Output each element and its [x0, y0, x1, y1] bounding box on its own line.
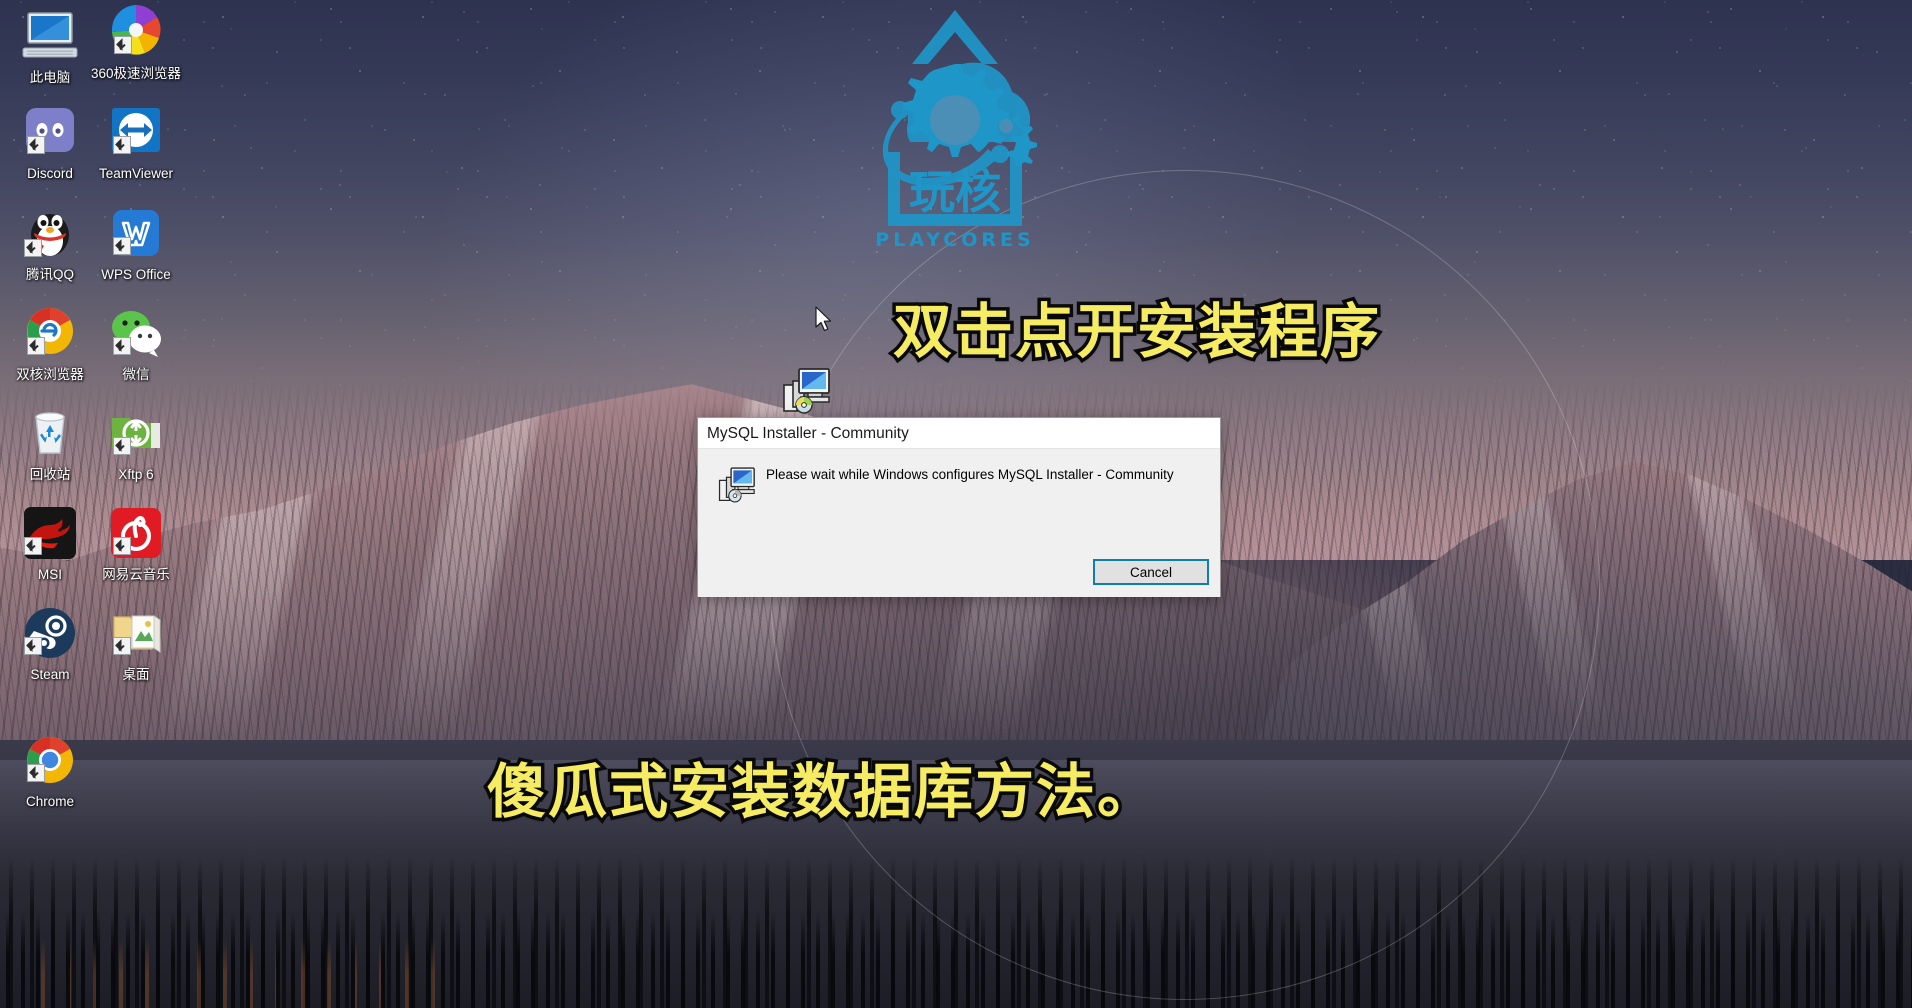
shortcut-overlay-icon	[113, 637, 131, 655]
wallpaper-forest-near	[0, 912, 1912, 1008]
desktop-icon-label: 双核浏览器	[16, 367, 84, 382]
shortcut-overlay-icon	[27, 136, 45, 154]
chrome-icon	[20, 730, 80, 790]
tencent-qq-icon	[20, 203, 80, 263]
desktop-icon-steam[interactable]: Steam	[2, 603, 98, 682]
teamviewer-icon	[106, 102, 166, 162]
wps-office-icon	[106, 203, 166, 263]
desktop-icon-tencent-qq[interactable]: 腾讯QQ	[2, 203, 98, 282]
360-browser-icon	[106, 2, 166, 62]
desktop-folder-icon	[106, 603, 166, 663]
desktop-icon-label: Steam	[30, 667, 70, 682]
desktop-icon-label: 此电脑	[29, 70, 71, 85]
dialog-body: Please wait while Windows configures MyS…	[698, 449, 1220, 597]
shortcut-overlay-icon	[27, 764, 45, 782]
desktop-icon-msi[interactable]: MSI	[2, 503, 98, 582]
desktop-icon-label: Xftp 6	[118, 467, 154, 482]
steam-icon	[20, 603, 80, 663]
desktop-icon-label: 腾讯QQ	[25, 267, 74, 282]
desktop-icon-xftp[interactable]: Xftp 6	[88, 403, 184, 482]
shortcut-overlay-icon	[24, 537, 42, 555]
desktop-icon-dual-core-browser[interactable]: 双核浏览器	[2, 303, 98, 382]
shortcut-overlay-icon	[24, 239, 42, 257]
desktop-icon-wechat[interactable]: 微信	[88, 303, 184, 382]
dialog-title: MySQL Installer - Community	[698, 418, 1220, 449]
desktop-icon-discord[interactable]: Discord	[2, 102, 98, 181]
desktop-icon-wps-office[interactable]: WPS Office	[88, 203, 184, 282]
recycle-bin-icon	[20, 403, 80, 463]
desktop-icon-desktop-folder[interactable]: 桌面	[88, 603, 184, 682]
desktop-icon-this-pc[interactable]: 此电脑	[2, 6, 98, 85]
caption-line-1: 双击点开安装程序	[889, 294, 1382, 370]
netease-cloud-music-icon	[106, 503, 166, 563]
desktop-icon-netease-music[interactable]: 网易云音乐	[88, 503, 184, 582]
installer-setup-icon	[718, 465, 758, 505]
desktop-icon-label: Discord	[27, 166, 73, 181]
desktop-icon-label: WPS Office	[101, 267, 171, 282]
desktop-icon-label: TeamViewer	[98, 166, 174, 181]
wechat-icon	[106, 303, 166, 363]
desktop-icon-mysql-installer[interactable]	[782, 365, 834, 417]
desktop-icon-label: Chrome	[25, 794, 74, 809]
shortcut-overlay-icon	[27, 337, 45, 355]
shortcut-overlay-icon	[113, 437, 131, 455]
cancel-button[interactable]: Cancel	[1093, 559, 1209, 585]
caption-line-2: 傻瓜式安装数据库方法。	[483, 754, 1159, 830]
shortcut-overlay-icon	[113, 237, 131, 255]
xftp-icon	[106, 403, 166, 463]
desktop-icon-recycle-bin[interactable]: 回收站	[2, 403, 98, 482]
shortcut-overlay-icon	[114, 36, 132, 54]
msi-dragon-icon	[20, 503, 80, 563]
desktop-icon-label: 360极速浏览器	[90, 66, 182, 81]
desktop-icon-teamviewer[interactable]: TeamViewer	[88, 102, 184, 181]
discord-icon	[20, 102, 80, 162]
mouse-cursor	[814, 306, 834, 334]
dialog-message: Please wait while Windows configures MyS…	[766, 467, 1174, 482]
this-pc-icon	[20, 6, 80, 66]
desktop-icon-360-browser[interactable]: 360极速浏览器	[88, 2, 184, 81]
shortcut-overlay-icon	[113, 337, 131, 355]
desktop-icon-label: MSI	[37, 567, 62, 582]
desktop-icon-chrome[interactable]: Chrome	[2, 730, 98, 809]
mysql-installer-dialog: MySQL Installer - Community Please wait …	[697, 417, 1221, 597]
desktop-icon-label: 网易云音乐	[102, 567, 170, 582]
desktop-icon-label: 微信	[122, 367, 150, 382]
desktop-icon-label: 回收站	[29, 467, 71, 482]
dual-core-browser-icon	[20, 303, 80, 363]
shortcut-overlay-icon	[24, 637, 42, 655]
mysql-installer-setup-icon	[783, 368, 830, 414]
shortcut-overlay-icon	[113, 136, 131, 154]
shortcut-overlay-icon	[113, 537, 131, 555]
desktop-screen: 玩核 PLAYCORES 此电脑 360极速浏览器 Discord TeamVi…	[0, 0, 1912, 1008]
desktop-icon-label: 桌面	[122, 667, 150, 682]
